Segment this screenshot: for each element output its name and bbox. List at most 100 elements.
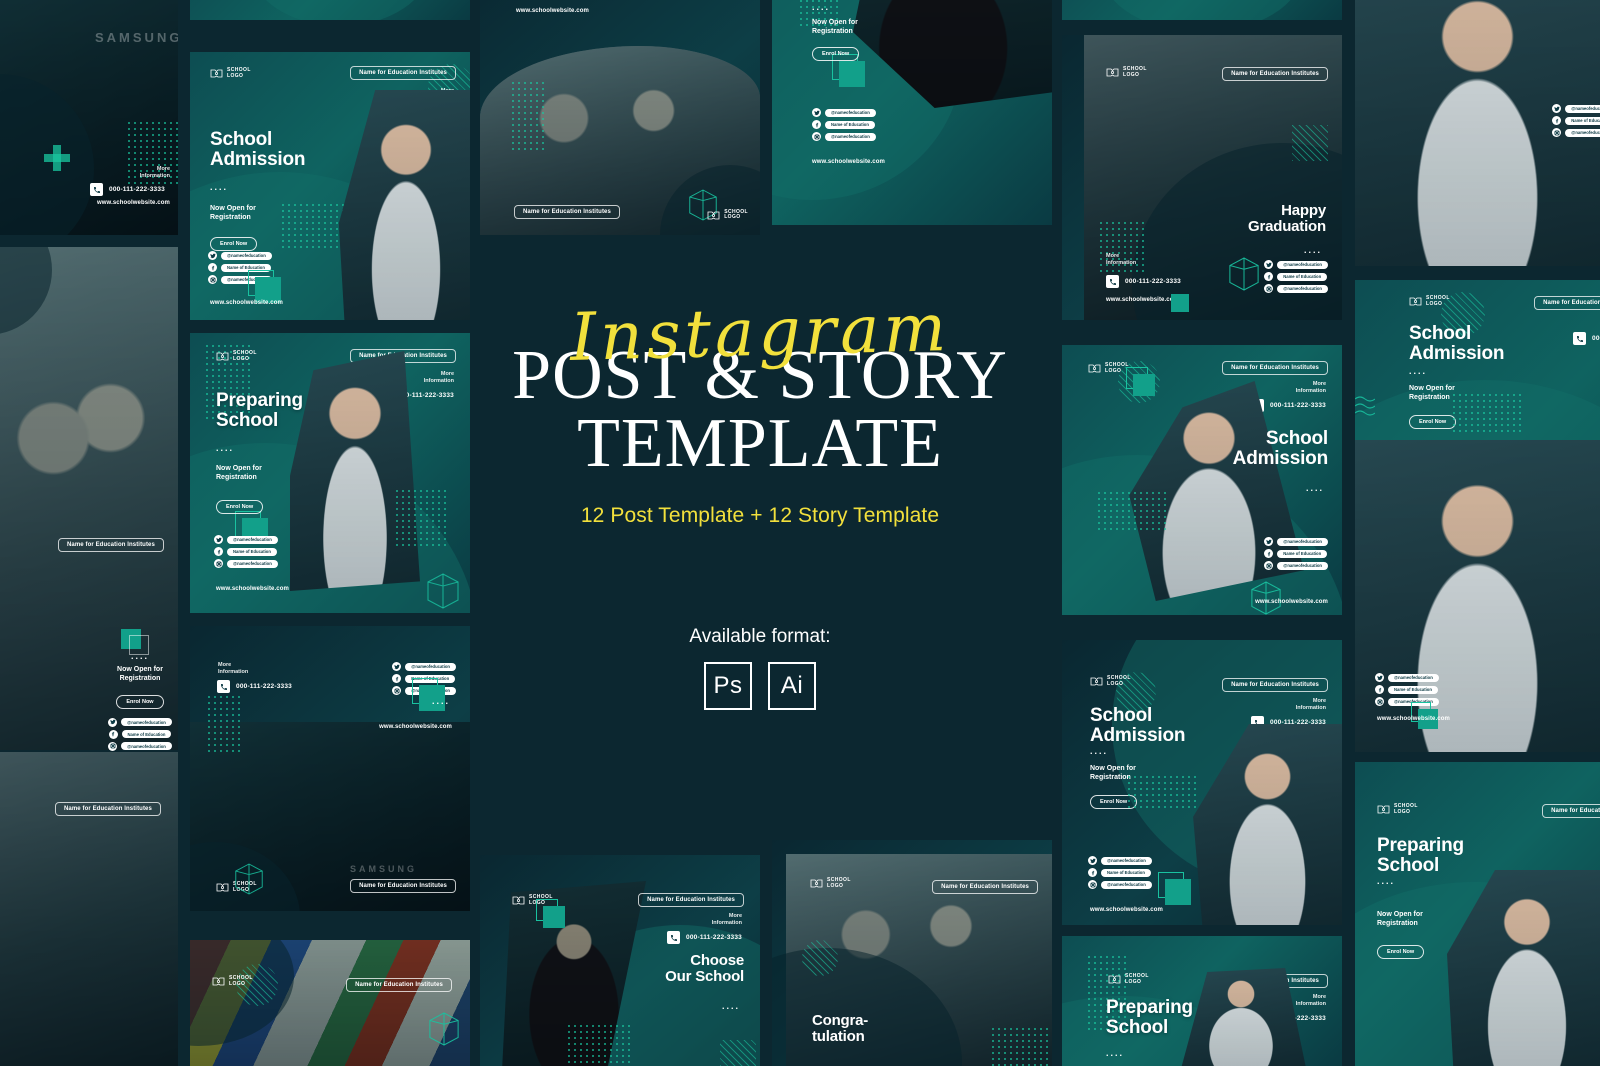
social-item-twitter[interactable]: @nameofeducation [1375,673,1439,682]
social-item-facebook[interactable]: Name of Education [108,729,172,739]
instagram-icon [1264,284,1274,293]
format-badge-illustrator[interactable]: Ai [767,661,816,710]
card-post-preparing-school-selfie[interactable]: More Information 000-111-222-3333 Prepar… [772,0,1052,225]
social-item-facebook[interactable]: Name of Education [1375,685,1439,694]
website-link[interactable]: www.schoolwebsite.com [812,159,885,165]
card-post-laptop-classroom[interactable]: More Information 000-111-222-3333 @nameo… [190,626,470,911]
card-post-school-admission-3[interactable]: SCHOOL LOGO Name for Education Institute… [1062,640,1342,925]
institute-badge[interactable]: Name for Education Institutes [350,66,456,80]
website-link[interactable]: www.schoolwebsite.com [97,200,170,206]
website-link[interactable]: www.schoolwebsite.com [1106,297,1179,303]
card-post-preparing-school-2[interactable]: SCHOOL LOGO Name for Education Institute… [1062,936,1342,1066]
school-logo: SCHOOL LOGO [1108,973,1149,986]
social-item-twitter[interactable]: @nameofeducation [108,717,172,727]
social-item-twitter[interactable]: @nameofeducation [392,662,456,671]
card-post-group-phone-top[interactable]: @nameofeducation .... 000-111-222-3333 w… [480,0,760,235]
institute-badge[interactable]: Name for Education Institutes [55,802,161,816]
phone-number: 000-111-222-3333 [1125,278,1181,285]
card-headline: School Admission [1409,323,1505,364]
social-item-instagram[interactable]: @nameofeducation [812,132,876,141]
social-item-facebook[interactable]: Name of Education [812,120,876,129]
social-item-twitter[interactable]: @nameofeducation [208,251,272,260]
social-item-instagram[interactable]: @nameofeducation [108,741,172,751]
card-story-white-shirt-top-right[interactable]: @nameofeducation Name of Education @name… [1355,0,1600,266]
logo-line2: LOGO [827,882,844,889]
card-story-device-top-left[interactable]: SAMSUNG More Information 000-111-222-333… [0,0,178,235]
hero-script-word: Instagram [569,289,951,376]
social-item-facebook[interactable]: Name of Education [1088,868,1152,877]
card-post-choose-our-school[interactable]: SCHOOL LOGO Name for Education Institute… [480,855,760,1066]
phone-row: 000-111-222-3333 [667,931,742,944]
website-link[interactable]: www.schoolwebsite.com [1377,716,1450,722]
institute-badge[interactable]: Name for Education Institutes [350,879,456,893]
decor-dots: .... [1409,366,1428,376]
school-logo: SCHOOL LOGO [1106,66,1147,79]
enrol-now-button[interactable]: Enrol Now [1409,415,1457,429]
phone-number: 000-111-222-3333 [1270,402,1326,409]
more-information-label: More Information [1264,381,1326,395]
social-item-instagram[interactable]: @nameofeducation [1264,561,1328,570]
enrol-now-button[interactable]: Enrol Now [116,694,164,709]
graduate-photo [852,0,1052,108]
format-badge-photoshop[interactable]: Ps [703,661,752,710]
book-icon [1377,804,1390,815]
logo-line2: LOGO [724,214,741,221]
card-post-top-strip-right[interactable] [1062,0,1342,20]
card-post-congratulation[interactable]: SCHOOL LOGO Name for Education Institute… [772,840,1052,1066]
card-story-pointing-right[interactable]: @nameofeducation Name of Education @name… [1355,440,1600,752]
twitter-icon [1264,537,1274,546]
card-post-colorful-classroom[interactable]: SCHOOL LOGO Name for Education Institute… [190,940,470,1066]
institute-badge[interactable]: Name for Education Institutes [1542,804,1600,818]
website-link[interactable]: www.schoolwebsite.com [379,724,452,730]
social-item-twitter[interactable]: @nameofeducation [1552,104,1600,113]
enrol-now-button[interactable]: Enrol Now [812,47,860,61]
social-item-twitter[interactable]: @nameofeducation [1088,856,1152,865]
website-link[interactable]: www.schoolwebsite.com [1255,599,1328,605]
institute-badge[interactable]: Name for Education Institutes [638,893,744,907]
institute-badge[interactable]: Name for Education Institutes [1222,361,1328,375]
website-link[interactable]: www.schoolwebsite.com [216,586,289,592]
social-item-instagram[interactable]: @nameofeducation [1552,128,1600,137]
social-handle: @nameofeducation [1565,104,1600,113]
website-link[interactable]: www.schoolwebsite.com [516,8,589,14]
social-item-instagram[interactable]: @nameofeducation [1264,284,1328,293]
institute-badge[interactable]: Name for Education Institutes [1534,296,1600,310]
social-handle: Name of Education [1277,272,1328,281]
enrol-now-button[interactable]: Enrol Now [216,500,264,514]
card-post-top-strip-left[interactable] [190,0,470,20]
social-item-facebook[interactable]: Name of Education [1264,549,1328,558]
social-item-twitter[interactable]: @nameofeducation [214,535,278,544]
headline-line1: School [210,129,273,150]
social-item-instagram[interactable]: @nameofeducation [214,559,278,568]
card-story-blonde-bottom-left[interactable]: Name for Education Institutes [0,752,178,1066]
social-item-instagram[interactable]: @nameofeducation [1088,880,1152,889]
social-item-facebook[interactable]: Name of Education [214,547,278,556]
institute-badge[interactable]: Name for Education Institutes [514,205,620,219]
enrol-now-button[interactable]: Enrol Now [1377,945,1425,959]
social-item-twitter[interactable]: @nameofeducation [1264,260,1328,269]
social-item-facebook[interactable]: Name of Education [1552,116,1600,125]
card-post-school-admission-2[interactable]: SCHOOL LOGO Name for Education Institute… [1062,345,1342,615]
website-link[interactable]: www.schoolwebsite.com [210,300,283,306]
enrol-now-button[interactable]: Enrol Now [210,237,258,251]
card-story-preparing-school-right[interactable]: SCHOOL LOGO Name for Education Institute… [1355,762,1600,1066]
decor-dot-grid [1096,490,1166,530]
social-item-facebook[interactable]: Name of Education [1264,272,1328,281]
institute-badge[interactable]: Name for Education Institutes [346,978,452,992]
institute-badge[interactable]: Name for Education Institutes [932,880,1038,894]
institute-badge[interactable]: Name for Education Institutes [58,538,164,552]
headline-line1: School [1265,428,1328,449]
social-links: @nameofeducation Name of Education @name… [1552,104,1600,137]
social-handle: @nameofeducation [1565,128,1600,137]
social-item-twitter[interactable]: @nameofeducation [1264,537,1328,546]
card-post-preparing-school-1[interactable]: SCHOOL LOGO Name for Education Institute… [190,333,470,613]
logo-text: SCHOOL LOGO [227,67,251,80]
book-icon [810,878,823,889]
card-post-happy-graduation[interactable]: SCHOOL LOGO Name for Education Institute… [1062,35,1342,320]
card-post-school-admission-1[interactable]: SCHOOL LOGO Name for Education Institute… [190,52,470,320]
book-icon [512,895,525,906]
institute-badge[interactable]: Name for Education Institutes [1222,678,1328,692]
social-item-twitter[interactable]: @nameofeducation [812,108,876,117]
institute-badge[interactable]: Name for Education Institutes [1222,67,1328,81]
website-link[interactable]: www.schoolwebsite.com [1090,907,1163,913]
